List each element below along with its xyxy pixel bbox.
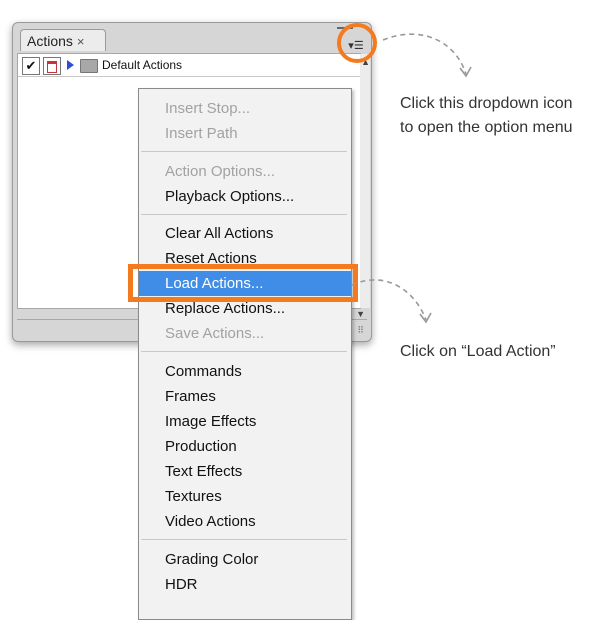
dropdown-callout: Click this dropdown icon to open the opt…	[400, 92, 573, 140]
dashed-arrow-to-load-actions	[351, 279, 427, 321]
callout-text: Click this dropdown icon	[400, 95, 573, 112]
callout-text: Click on “Load Action”	[400, 343, 556, 360]
callout-arrows	[351, 33, 472, 324]
load-callout: Click on “Load Action”	[400, 340, 556, 364]
dashed-arrow-to-menu-icon	[382, 33, 467, 75]
callout-text: to open the option menu	[400, 119, 573, 136]
